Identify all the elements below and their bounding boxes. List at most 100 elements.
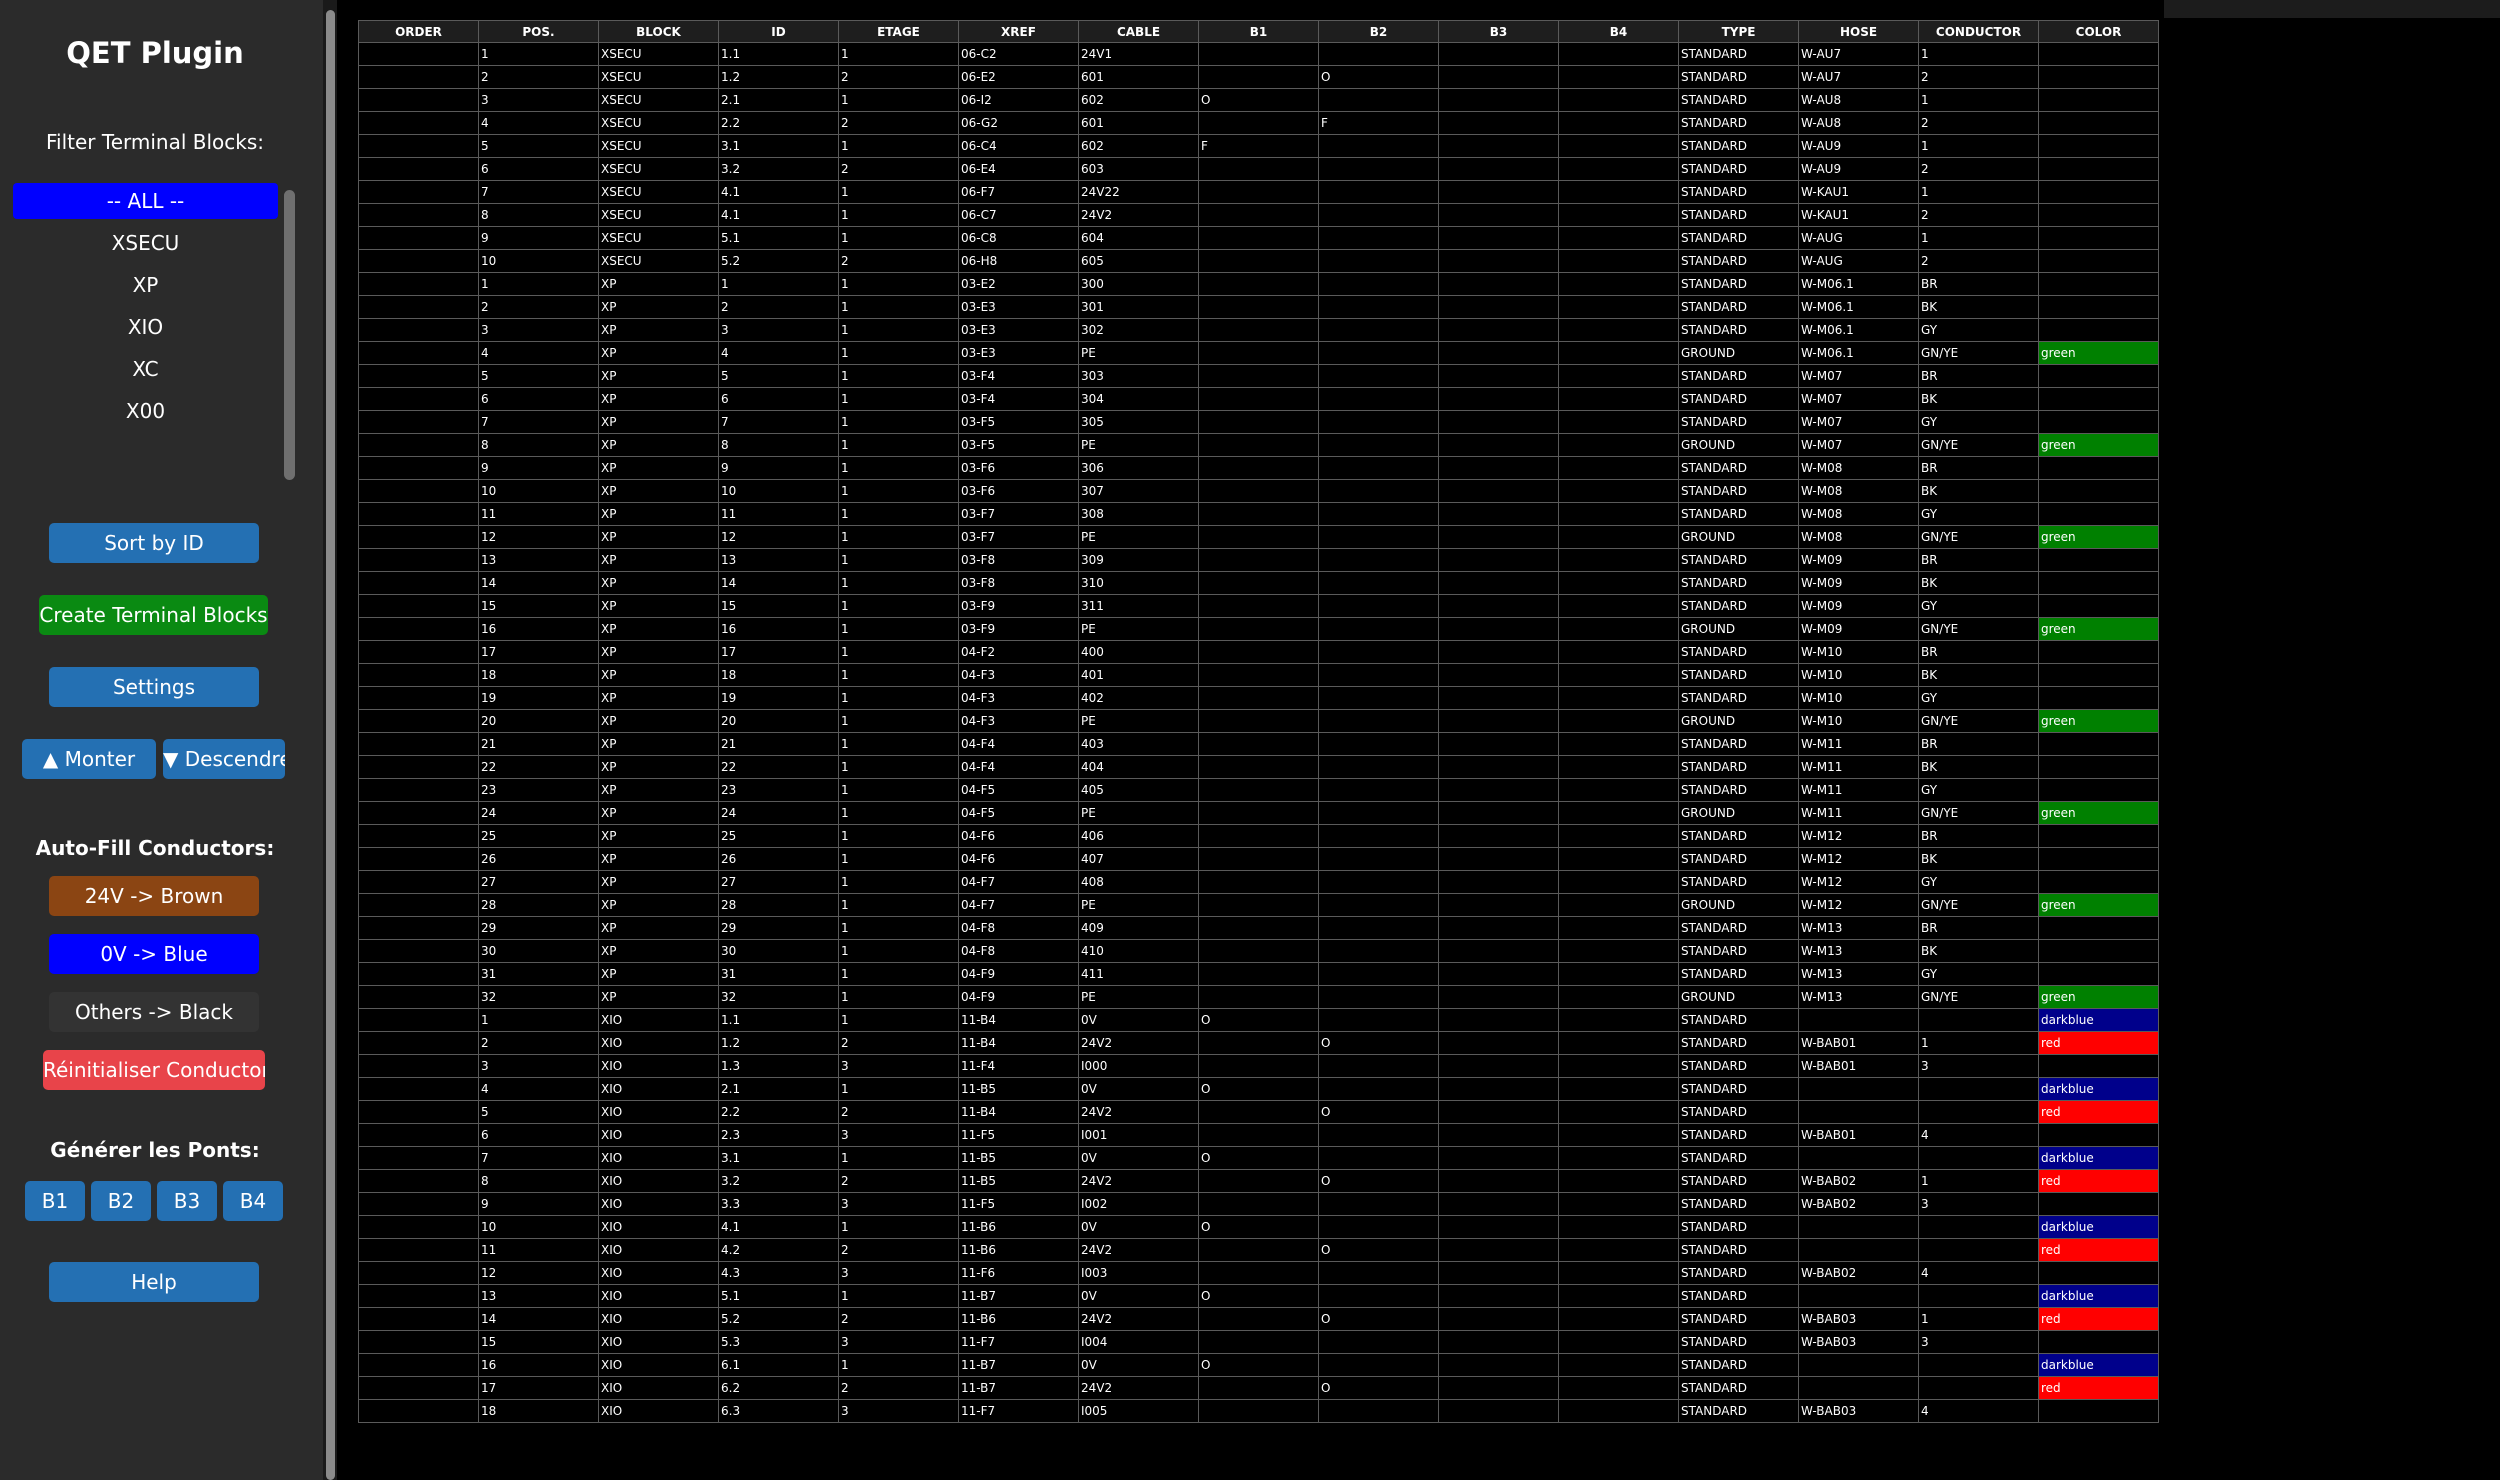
table-cell[interactable]: 8 bbox=[478, 433, 599, 457]
table-cell[interactable]: 03-F6 bbox=[958, 456, 1079, 480]
table-cell[interactable]: GY bbox=[1918, 502, 2039, 526]
table-cell[interactable] bbox=[1918, 1146, 2039, 1170]
table-cell[interactable] bbox=[1558, 157, 1679, 181]
table-cell[interactable] bbox=[1438, 1353, 1559, 1377]
table-row[interactable]: 2 XP 2 1 03-E3 301 STANDARD W-M06.1 BK bbox=[358, 295, 2159, 319]
table-cell[interactable] bbox=[2038, 824, 2159, 848]
table-cell[interactable] bbox=[1798, 1146, 1919, 1170]
table-cell[interactable] bbox=[1438, 1146, 1559, 1170]
table-cell[interactable]: W-M11 bbox=[1798, 755, 1919, 779]
table-cell[interactable]: XIO bbox=[598, 1008, 719, 1032]
table-cell[interactable] bbox=[1918, 1238, 2039, 1262]
table-cell[interactable]: 1 bbox=[838, 916, 959, 940]
table-cell[interactable] bbox=[1558, 1330, 1679, 1354]
table-cell[interactable] bbox=[358, 295, 479, 319]
table-cell[interactable]: 305 bbox=[1078, 410, 1199, 434]
table-row[interactable]: 4 XSECU 2.2 2 06-G2 601 F STANDARD W-AU8 2 bbox=[358, 111, 2159, 135]
table-cell[interactable]: 24V2 bbox=[1078, 1307, 1199, 1331]
table-cell[interactable] bbox=[1438, 1169, 1559, 1193]
table-cell[interactable]: 11-B6 bbox=[958, 1238, 1079, 1262]
table-cell[interactable]: 1 bbox=[838, 88, 959, 112]
table-cell[interactable]: 13 bbox=[478, 1284, 599, 1308]
table-cell[interactable]: W-BAB03 bbox=[1798, 1399, 1919, 1423]
table-cell[interactable]: STANDARD bbox=[1678, 1054, 1799, 1078]
table-cell[interactable] bbox=[1438, 387, 1559, 411]
table-cell[interactable]: W-M13 bbox=[1798, 916, 1919, 940]
table-cell[interactable] bbox=[358, 755, 479, 779]
table-cell[interactable] bbox=[1438, 824, 1559, 848]
table-cell[interactable] bbox=[1438, 778, 1559, 802]
table-cell[interactable]: W-M06.1 bbox=[1798, 295, 1919, 319]
table-cell[interactable]: red bbox=[2038, 1376, 2159, 1400]
table-cell[interactable] bbox=[1918, 1215, 2039, 1239]
column-header-id[interactable]: ID bbox=[718, 20, 839, 43]
table-cell[interactable]: 03-E3 bbox=[958, 318, 1079, 342]
table-cell[interactable]: 30 bbox=[478, 939, 599, 963]
table-cell[interactable] bbox=[1318, 479, 1439, 503]
table-cell[interactable]: 5 bbox=[478, 1100, 599, 1124]
table-cell[interactable]: 6 bbox=[718, 387, 839, 411]
table-cell[interactable] bbox=[1438, 1307, 1559, 1331]
table-cell[interactable]: 10 bbox=[478, 1215, 599, 1239]
table-cell[interactable] bbox=[2038, 571, 2159, 595]
table-cell[interactable] bbox=[358, 1307, 479, 1331]
table-cell[interactable]: STANDARD bbox=[1678, 410, 1799, 434]
table-cell[interactable]: 6 bbox=[478, 387, 599, 411]
table-cell[interactable]: 3.1 bbox=[718, 134, 839, 158]
column-header-b3[interactable]: B3 bbox=[1438, 20, 1559, 43]
table-cell[interactable]: STANDARD bbox=[1678, 502, 1799, 526]
table-cell[interactable] bbox=[1318, 1146, 1439, 1170]
table-cell[interactable] bbox=[1318, 203, 1439, 227]
table-cell[interactable] bbox=[1438, 1054, 1559, 1078]
table-cell[interactable] bbox=[1318, 571, 1439, 595]
table-cell[interactable]: 3 bbox=[1918, 1054, 2039, 1078]
table-row[interactable]: 14 XIO 5.2 2 11-B6 24V2 O STANDARD W-BAB03 1 red bbox=[358, 1307, 2159, 1331]
table-cell[interactable]: 300 bbox=[1078, 272, 1199, 296]
table-cell[interactable]: 19 bbox=[718, 686, 839, 710]
table-cell[interactable]: 26 bbox=[718, 847, 839, 871]
column-header-b4[interactable]: B4 bbox=[1558, 20, 1679, 43]
table-cell[interactable]: BR bbox=[1918, 364, 2039, 388]
table-cell[interactable]: 1 bbox=[838, 732, 959, 756]
table-cell[interactable] bbox=[1198, 410, 1319, 434]
table-cell[interactable] bbox=[2038, 387, 2159, 411]
table-cell[interactable] bbox=[2038, 594, 2159, 618]
table-cell[interactable]: W-M08 bbox=[1798, 525, 1919, 549]
table-cell[interactable] bbox=[2038, 962, 2159, 986]
table-cell[interactable]: 9 bbox=[478, 456, 599, 480]
table-cell[interactable]: 6.3 bbox=[718, 1399, 839, 1423]
table-cell[interactable] bbox=[1198, 1192, 1319, 1216]
table-cell[interactable] bbox=[358, 824, 479, 848]
table-cell[interactable] bbox=[1798, 1100, 1919, 1124]
table-cell[interactable]: BR bbox=[1918, 548, 2039, 572]
table-cell[interactable]: 04-F4 bbox=[958, 755, 1079, 779]
table-cell[interactable]: 2.3 bbox=[718, 1123, 839, 1147]
table-cell[interactable]: GROUND bbox=[1678, 341, 1799, 365]
table-cell[interactable]: GROUND bbox=[1678, 709, 1799, 733]
table-cell[interactable] bbox=[1558, 42, 1679, 66]
table-cell[interactable] bbox=[1198, 1376, 1319, 1400]
bridge-b4-button[interactable]: B4 bbox=[223, 1181, 283, 1221]
table-cell[interactable]: 4.1 bbox=[718, 180, 839, 204]
table-cell[interactable]: GY bbox=[1918, 594, 2039, 618]
table-cell[interactable]: 9 bbox=[718, 456, 839, 480]
table-cell[interactable]: 310 bbox=[1078, 571, 1199, 595]
table-cell[interactable]: 31 bbox=[718, 962, 839, 986]
table-row[interactable]: 23 XP 23 1 04-F5 405 STANDARD W-M11 GY bbox=[358, 778, 2159, 802]
splitter-scrollbar-thumb[interactable] bbox=[326, 10, 335, 1480]
table-cell[interactable] bbox=[1438, 548, 1559, 572]
table-cell[interactable]: 3.2 bbox=[718, 1169, 839, 1193]
table-cell[interactable] bbox=[1198, 525, 1319, 549]
table-cell[interactable]: 25 bbox=[478, 824, 599, 848]
table-cell[interactable]: W-M08 bbox=[1798, 479, 1919, 503]
table-cell[interactable]: 1 bbox=[838, 1215, 959, 1239]
table-cell[interactable]: 308 bbox=[1078, 502, 1199, 526]
table-cell[interactable]: W-M13 bbox=[1798, 962, 1919, 986]
table-cell[interactable]: W-M09 bbox=[1798, 571, 1919, 595]
table-cell[interactable]: 306 bbox=[1078, 456, 1199, 480]
table-cell[interactable]: 3 bbox=[838, 1123, 959, 1147]
table-cell[interactable]: 03-F5 bbox=[958, 410, 1079, 434]
table-cell[interactable] bbox=[1198, 180, 1319, 204]
table-cell[interactable] bbox=[2038, 1054, 2159, 1078]
table-cell[interactable] bbox=[1558, 111, 1679, 135]
